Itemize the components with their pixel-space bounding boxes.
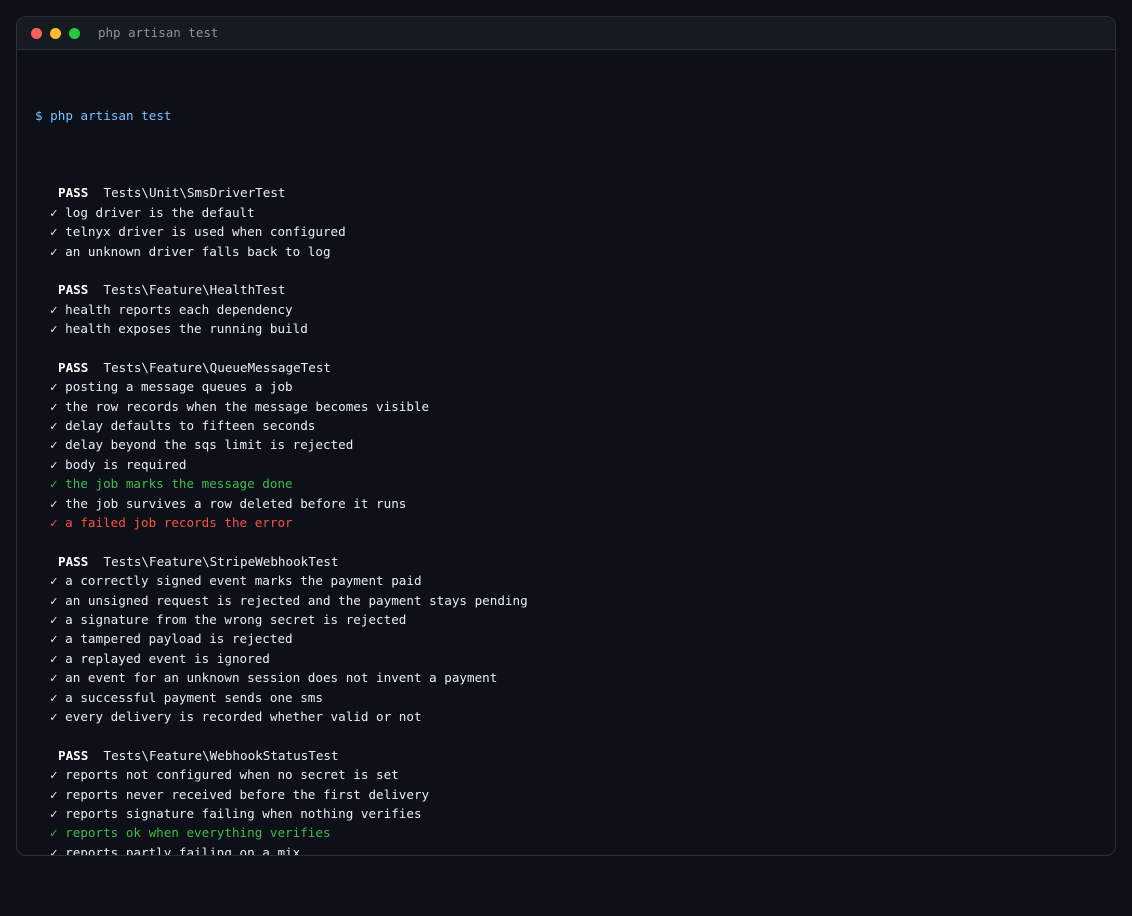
suite-header: PASS Tests\Feature\HealthTest — [35, 280, 1097, 299]
test-result-line: ✓ a replayed event is ignored — [50, 650, 270, 666]
test-result-line: ✓ health exposes the running build — [50, 321, 308, 337]
test-result-line: ✓ the job survives a row deleted before … — [50, 495, 407, 511]
terminal-output[interactable]: $ php artisan test PASS Tests\Unit\SmsDr… — [17, 50, 1115, 856]
suite-header: PASS Tests\Feature\WebhookStatusTest — [35, 746, 1097, 765]
test-result-line: ✓ a successful payment sends one sms — [50, 689, 323, 705]
suite-name: Tests\Feature\StripeWebhookTest — [103, 553, 339, 569]
test-result-line: ✓ a correctly signed event marks the pay… — [50, 573, 422, 589]
test-result-line: ✓ the job marks the message done — [50, 476, 293, 492]
test-result-line: ✓ an unknown driver falls back to log — [50, 243, 331, 259]
maximize-window-button[interactable] — [69, 28, 80, 39]
suite-header: PASS Tests\Unit\SmsDriverTest — [35, 183, 1097, 202]
suite-status-badge: PASS — [58, 553, 89, 569]
suite-status-badge: PASS — [58, 185, 89, 201]
test-result-line: ✓ posting a message queues a job — [50, 379, 293, 395]
suite-header: PASS Tests\Feature\QueueMessageTest — [35, 358, 1097, 377]
test-result-line: ✓ health reports each dependency — [50, 301, 293, 317]
suite-name: Tests\Feature\WebhookStatusTest — [103, 747, 339, 763]
terminal-window: php artisan test $ php artisan test PASS… — [16, 16, 1116, 856]
test-result-line: ✓ delay beyond the sqs limit is rejected — [50, 437, 354, 453]
test-result-line: ✓ body is required — [50, 456, 187, 472]
test-result-line: ✓ a signature from the wrong secret is r… — [50, 612, 407, 627]
minimize-window-button[interactable] — [50, 28, 61, 39]
suite-name: Tests\Feature\HealthTest — [103, 282, 286, 298]
test-result-line: ✓ a tampered payload is rejected — [50, 631, 293, 647]
suite-status-badge: PASS — [58, 282, 89, 298]
test-result-line: ✓ reports signature failing when nothing… — [50, 805, 422, 821]
test-result-line: ✓ an unsigned request is rejected and th… — [50, 592, 528, 608]
suite-status-badge: PASS — [58, 359, 89, 375]
title-bar: php artisan test — [17, 17, 1115, 50]
command-prompt: $ php artisan test — [35, 107, 172, 123]
test-result-line: ✓ reports not configured when no secret … — [50, 767, 399, 783]
test-result-line: ✓ telnyx driver is used when configured — [50, 224, 346, 240]
close-window-button[interactable] — [31, 28, 42, 39]
test-result-line: ✓ reports never received before the firs… — [50, 786, 430, 802]
suite-header: PASS Tests\Feature\StripeWebhookTest — [35, 552, 1097, 571]
test-result-line: ✓ reports ok when everything verifies — [50, 825, 331, 841]
test-result-line: ✓ every delivery is recorded whether val… — [50, 708, 422, 724]
test-result-line: ✓ an event for an unknown session does n… — [50, 670, 498, 686]
test-result-line: ✓ a failed job records the error — [50, 515, 293, 531]
test-result-line: ✓ reports partly failing on a mix — [50, 844, 301, 856]
window-title: php artisan test — [98, 25, 219, 40]
suite-name: Tests\Unit\SmsDriverTest — [103, 185, 286, 201]
suite-name: Tests\Feature\QueueMessageTest — [103, 359, 331, 375]
test-result-line: ✓ the row records when the message becom… — [50, 398, 430, 414]
test-result-line: ✓ log driver is the default — [50, 204, 255, 220]
test-result-line: ✓ delay defaults to fifteen seconds — [50, 418, 316, 434]
suite-status-badge: PASS — [58, 747, 89, 763]
